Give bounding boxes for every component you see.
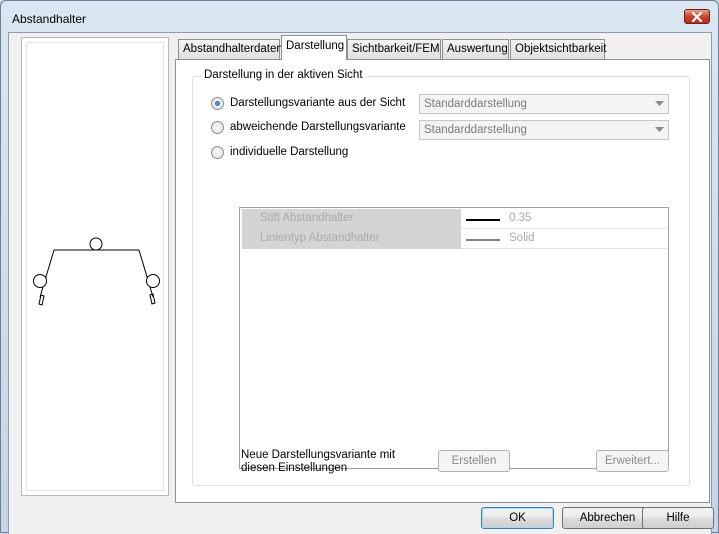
view-variant-dropdown[interactable]: Standarddarstellung [419, 94, 669, 114]
property-value: Solid [509, 232, 535, 244]
create-button[interactable]: Erstellen [438, 450, 510, 472]
groupbox-title: Darstellung in der aktiven Sicht [201, 69, 366, 81]
thick-line-icon [466, 219, 500, 221]
option-label: Darstellungsvariante aus der Sicht [230, 97, 406, 109]
property-name: Stift Abstandhalter [242, 209, 461, 229]
help-button[interactable]: Hilfe [642, 507, 714, 529]
dialog-client-area: Abstandhalterdaten Darstellung Sichtbark… [8, 32, 714, 534]
table-row[interactable]: Linientyp Abstandhalter Solid [242, 229, 667, 249]
dropdown-value: Standarddarstellung [424, 124, 527, 136]
extended-button[interactable]: Erweitert... [596, 450, 669, 472]
dialog-window: Abstandhalter Abstandhalterdaten Darstel… [0, 0, 719, 534]
radio-individual[interactable] [211, 145, 224, 159]
chevron-down-icon [655, 101, 664, 106]
property-value: 0.35 [509, 212, 532, 224]
radio-view-variant[interactable] [211, 96, 224, 110]
property-value-cell[interactable]: Solid [461, 229, 667, 249]
table-row[interactable]: Stift Abstandhalter 0.35 [242, 209, 667, 229]
radio-deviating-variant[interactable] [211, 120, 224, 134]
tab-panel-darstellung: Darstellung in der aktiven Sicht Darstel… [175, 59, 710, 503]
spacer-preview-drawing [33, 237, 160, 306]
new-variant-label: Neue Darstellungsvariante mit diesen Ein… [241, 449, 396, 474]
thin-line-icon [466, 239, 500, 241]
tab-auswertung[interactable]: Auswertung [442, 39, 509, 59]
window-title: Abstandhalter [12, 12, 87, 26]
dropdown-value: Standarddarstellung [424, 98, 527, 110]
deviating-variant-dropdown[interactable]: Standarddarstellung [419, 120, 669, 140]
display-groupbox: Darstellung in der aktiven Sicht Darstel… [192, 69, 690, 486]
option-label: individuelle Darstellung [230, 146, 349, 158]
preview-pane [21, 37, 169, 496]
option-deviating-variant[interactable]: abweichende Darstellungsvariante [211, 119, 406, 135]
cancel-button[interactable]: Abbrechen [562, 507, 653, 529]
chevron-down-icon [655, 127, 664, 132]
ok-button[interactable]: OK [481, 507, 554, 529]
property-value-cell[interactable]: 0.35 [461, 209, 667, 229]
tab-abstandhalterdaten[interactable]: Abstandhalterdaten [178, 39, 283, 59]
title-bar[interactable]: Abstandhalter [1, 1, 718, 33]
properties-grid[interactable]: Stift Abstandhalter 0.35 Linientyp Absta… [239, 207, 669, 469]
option-label: abweichende Darstellungsvariante [230, 121, 406, 133]
option-view-variant[interactable]: Darstellungsvariante aus der Sicht [211, 95, 405, 111]
close-icon [691, 11, 703, 22]
tab-objektsichtbarkeit[interactable]: Objektsichtbarkeit [510, 39, 606, 59]
option-individual[interactable]: individuelle Darstellung [211, 144, 348, 160]
tab-darstellung[interactable]: Darstellung [281, 35, 347, 60]
tab-sichtbarkeit-fem[interactable]: Sichtbarkeit/FEM [347, 39, 441, 59]
close-button[interactable] [684, 9, 710, 24]
property-name: Linientyp Abstandhalter [242, 229, 461, 249]
